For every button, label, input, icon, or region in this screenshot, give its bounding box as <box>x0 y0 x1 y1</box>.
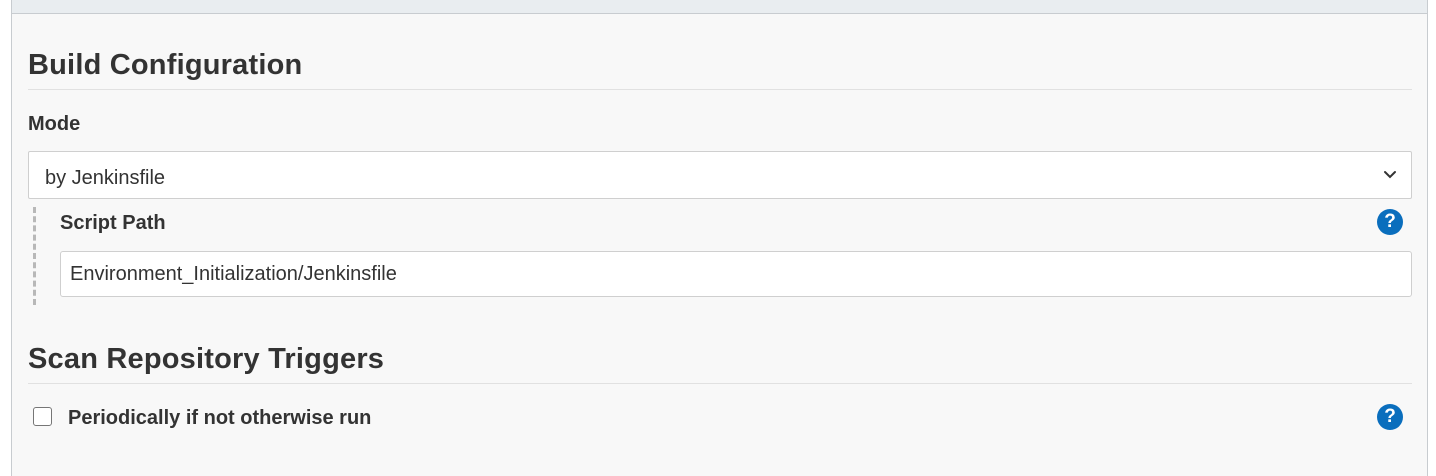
periodically-checkbox[interactable] <box>33 407 52 426</box>
mode-select[interactable]: by Jenkinsfile <box>28 151 1412 199</box>
script-path-input[interactable] <box>60 251 1412 297</box>
periodically-label[interactable]: Periodically if not otherwise run <box>68 407 371 430</box>
script-path-label: Script Path <box>60 212 166 234</box>
script-path-help-icon[interactable]: ? <box>1377 209 1403 235</box>
build-configuration-heading: Build Configuration <box>28 49 303 81</box>
periodic-trigger-help-icon[interactable]: ? <box>1377 404 1403 430</box>
mode-label: Mode <box>28 113 81 135</box>
section-divider <box>28 89 1412 90</box>
mode-selected-value: by Jenkinsfile <box>45 167 166 189</box>
scan-repository-triggers-heading: Scan Repository Triggers <box>28 343 385 375</box>
chevron-down-icon <box>1384 171 1396 179</box>
section-divider <box>28 383 1412 384</box>
top-section-bar <box>11 0 1428 14</box>
nested-field-indent-marker <box>33 207 36 305</box>
